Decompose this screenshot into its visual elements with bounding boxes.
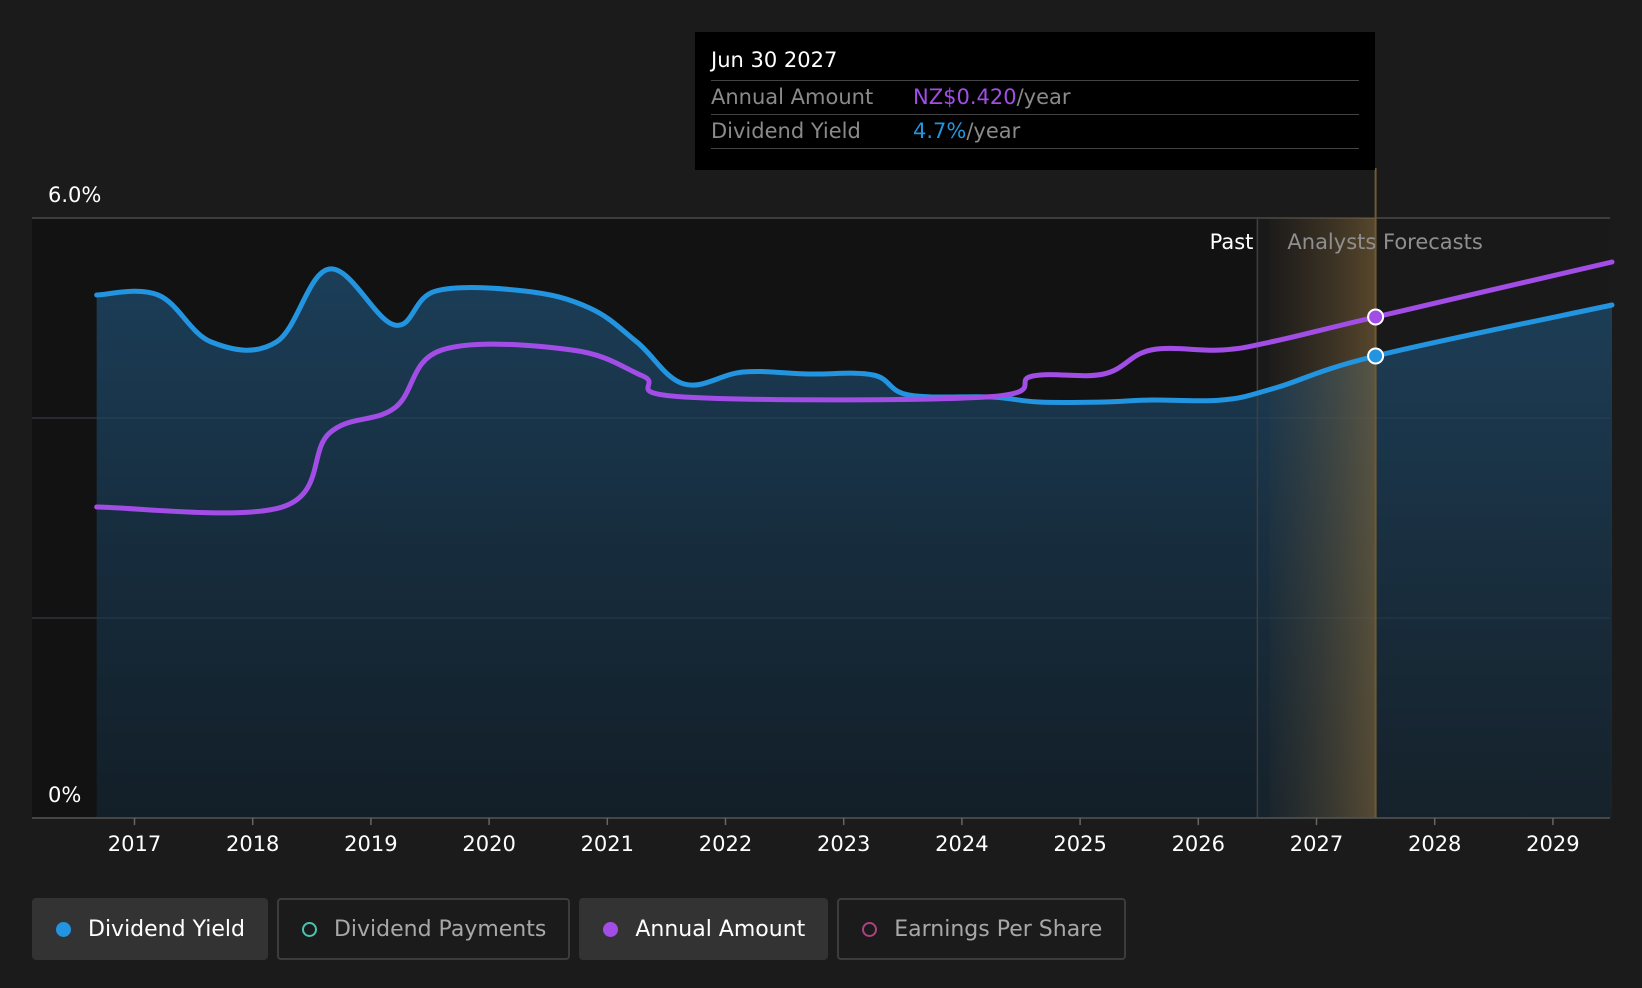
x-tick-label: 2017 [108, 832, 161, 856]
legend-item-dividend-payments[interactable]: Dividend Payments [276, 898, 571, 960]
tooltip-row-dividend-yield: Dividend Yield 4.7% /year [711, 115, 1359, 149]
legend-ring-icon [301, 921, 317, 937]
legend-label: Earnings Per Share [894, 916, 1103, 942]
legend-label: Dividend Payments [333, 916, 547, 942]
chart-legend: Dividend Yield Dividend Payments Annual … [32, 898, 1127, 960]
past-label: Past [1210, 230, 1254, 254]
x-tick-label: 2023 [817, 832, 870, 856]
legend-dot-icon [603, 921, 619, 937]
x-tick-label: 2022 [699, 832, 752, 856]
marker-dividend-yield [1367, 347, 1385, 365]
x-tick-label: 2028 [1408, 832, 1461, 856]
forecast-label: Analysts Forecasts [1287, 230, 1482, 254]
dividend-chart: 2017 2018 2019 2020 2021 2022 2023 2024 2025 2026… [0, 0, 1642, 988]
tooltip-unit: /year [1016, 85, 1071, 109]
legend-label: Dividend Yield [88, 916, 245, 942]
x-tick-label: 2018 [226, 832, 279, 856]
tooltip-date: Jun 30 2027 [711, 46, 1359, 81]
y-tick-label-bottom: 0% [48, 783, 81, 807]
x-tick-label: 2021 [581, 832, 634, 856]
tooltip-value: 4.7% [913, 119, 967, 143]
legend-dot-icon [56, 921, 71, 937]
chart-tooltip: Jun 30 2027 Annual Amount NZ$0.420 /year… [695, 32, 1375, 170]
forecast-highlight-band [1269, 218, 1376, 818]
x-tick-label: 2027 [1290, 832, 1343, 856]
y-tick-label-top: 6.0% [48, 183, 101, 207]
tooltip-label: Dividend Yield [711, 119, 861, 143]
legend-item-earnings-per-share[interactable]: Earnings Per Share [837, 898, 1127, 960]
x-tick-label: 2026 [1172, 832, 1225, 856]
legend-ring-icon [862, 921, 878, 937]
legend-label: Annual Amount [635, 916, 806, 942]
x-tick-label: 2029 [1526, 832, 1579, 856]
x-tick-label: 2025 [1053, 832, 1106, 856]
tooltip-label: Annual Amount [711, 85, 874, 109]
x-tick-label: 2024 [935, 832, 988, 856]
legend-item-annual-amount[interactable]: Annual Amount [579, 898, 829, 960]
x-tick-label: 2019 [344, 832, 397, 856]
marker-annual-amount [1367, 308, 1385, 326]
x-tick-label: 2020 [462, 832, 515, 856]
tooltip-value: NZ$0.420 [913, 85, 1017, 109]
tooltip-unit: /year [966, 119, 1021, 143]
legend-item-dividend-yield[interactable]: Dividend Yield [32, 898, 268, 960]
tooltip-row-annual-amount: Annual Amount NZ$0.420 /year [711, 81, 1359, 115]
